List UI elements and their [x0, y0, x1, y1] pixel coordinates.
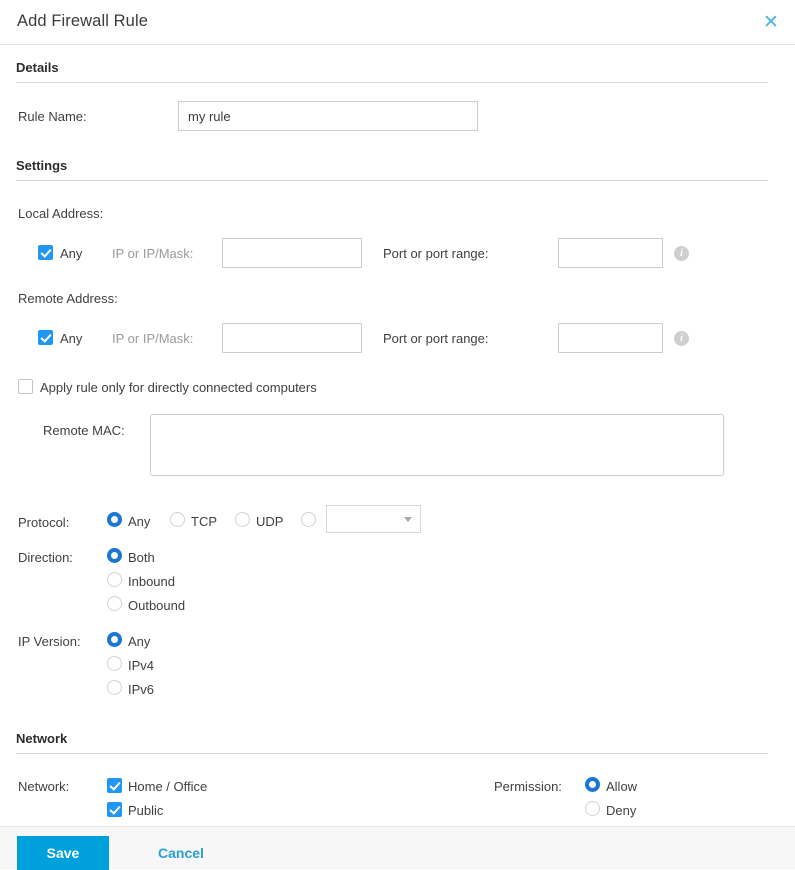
remote-port-label: Port or port range:: [383, 331, 489, 346]
protocol-radio-any[interactable]: [107, 512, 122, 527]
section-title-details: Details: [16, 60, 59, 75]
protocol-radio-custom[interactable]: [301, 512, 316, 527]
local-ip-input[interactable]: [222, 238, 362, 268]
ip-version-label-ipv6: IPv6: [128, 682, 155, 697]
remote-port-input[interactable]: [558, 323, 663, 353]
section-details: Details: [16, 60, 768, 83]
ip-version-label-any: Any: [128, 634, 151, 649]
protocol-select[interactable]: [326, 505, 421, 533]
remote-mac-textarea[interactable]: [150, 414, 724, 476]
dialog-header: Add Firewall Rule ✕: [0, 0, 795, 45]
ip-version-radio-ipv6[interactable]: [107, 680, 122, 695]
close-icon[interactable]: ✕: [759, 11, 783, 35]
local-ip-label: IP or IP/Mask:: [112, 246, 194, 261]
dialog-body: Details Rule Name: Settings Local Addres…: [0, 45, 795, 826]
directly-connected-label: Apply rule only for directly connected c…: [40, 380, 317, 395]
direction-radio-inbound[interactable]: [107, 572, 122, 587]
remote-mac-label: Remote MAC:: [43, 423, 125, 438]
section-settings: Settings: [16, 158, 768, 181]
remote-ip-input[interactable]: [222, 323, 362, 353]
network-checkbox-public[interactable]: [107, 802, 122, 817]
remote-any-label: Any: [60, 331, 83, 346]
network-label-public: Public: [128, 803, 164, 818]
remote-any-checkbox[interactable]: [38, 330, 53, 345]
divider: [16, 180, 768, 181]
protocol-label-tcp: TCP: [191, 514, 217, 529]
remote-address-label: Remote Address:: [18, 291, 118, 306]
network-label-home-office: Home / Office: [128, 779, 208, 794]
local-any-label: Any: [60, 246, 83, 261]
dialog-footer: Save Cancel: [0, 826, 795, 870]
protocol-label-udp: UDP: [256, 514, 284, 529]
ip-version-label: IP Version:: [18, 634, 81, 649]
cancel-button[interactable]: Cancel: [158, 845, 204, 861]
local-port-input[interactable]: [558, 238, 663, 268]
direction-label: Direction:: [18, 550, 73, 565]
local-address-label: Local Address:: [18, 206, 104, 221]
page-title: Add Firewall Rule: [17, 12, 149, 30]
network-label: Network:: [18, 779, 70, 794]
protocol-radio-tcp[interactable]: [170, 512, 185, 527]
direction-label-outbound: Outbound: [128, 598, 186, 613]
permission-radio-deny[interactable]: [585, 801, 600, 816]
network-checkbox-home-office[interactable]: [107, 778, 122, 793]
direction-radio-both[interactable]: [107, 548, 122, 563]
permission-label-deny: Deny: [606, 803, 637, 818]
divider: [16, 753, 768, 754]
protocol-label-any: Any: [128, 514, 151, 529]
local-any-checkbox[interactable]: [38, 245, 53, 260]
ip-version-radio-any[interactable]: [107, 632, 122, 647]
permission-label: Permission:: [494, 779, 562, 794]
permission-label-allow: Allow: [606, 779, 638, 794]
section-title-settings: Settings: [16, 158, 68, 173]
chevron-down-icon: [404, 517, 412, 522]
direction-label-both: Both: [128, 550, 155, 565]
directly-connected-checkbox[interactable]: [18, 379, 33, 394]
ip-version-radio-ipv4[interactable]: [107, 656, 122, 671]
section-title-network: Network: [16, 731, 68, 746]
remote-ip-label: IP or IP/Mask:: [112, 331, 194, 346]
info-icon[interactable]: i: [674, 246, 689, 261]
permission-radio-allow[interactable]: [585, 777, 600, 792]
direction-radio-outbound[interactable]: [107, 596, 122, 611]
info-icon[interactable]: i: [674, 331, 689, 346]
divider: [16, 82, 768, 83]
protocol-radio-udp[interactable]: [235, 512, 250, 527]
save-button[interactable]: Save: [17, 836, 109, 870]
local-port-label: Port or port range:: [383, 246, 489, 261]
section-network: Network: [16, 731, 768, 754]
protocol-label: Protocol:: [18, 515, 70, 530]
direction-label-inbound: Inbound: [128, 574, 175, 589]
rule-name-input[interactable]: [178, 101, 478, 131]
ip-version-label-ipv4: IPv4: [128, 658, 155, 673]
rule-name-label: Rule Name:: [18, 109, 87, 124]
